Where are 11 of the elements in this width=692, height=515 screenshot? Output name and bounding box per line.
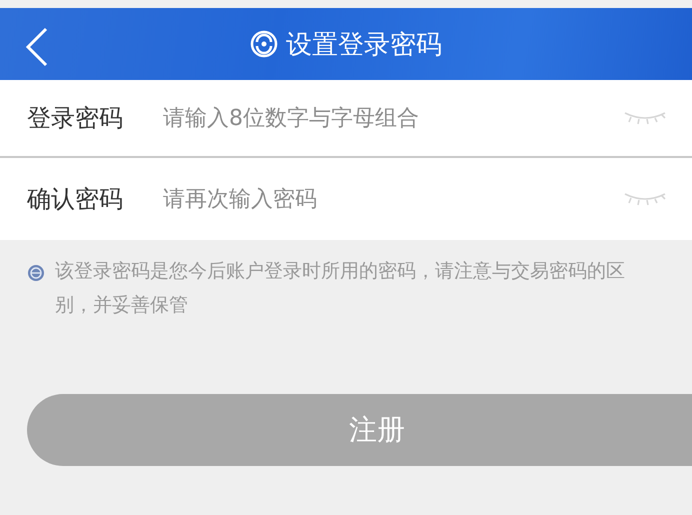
password-field[interactable]: 请再次输入密码 bbox=[163, 179, 622, 219]
password-row[interactable]: 登录密码 请输入8位数字与字母组合 bbox=[0, 80, 692, 158]
password-row[interactable]: 确认密码 请再次输入密码 bbox=[0, 158, 692, 240]
info-icon bbox=[27, 264, 45, 282]
logo-icon bbox=[250, 30, 278, 58]
page-title: 设置登录密码 bbox=[286, 28, 442, 62]
password-field[interactable]: 请输入8位数字与字母组合 bbox=[163, 98, 622, 138]
password-note: 该登录密码是您今后账户登录时所用的密码，请注意与交易密码的区别，并妥善保管 bbox=[55, 259, 626, 318]
back-icon[interactable] bbox=[24, 27, 50, 67]
field-label: 登录密码 bbox=[27, 103, 124, 134]
field-label: 确认密码 bbox=[27, 184, 124, 215]
